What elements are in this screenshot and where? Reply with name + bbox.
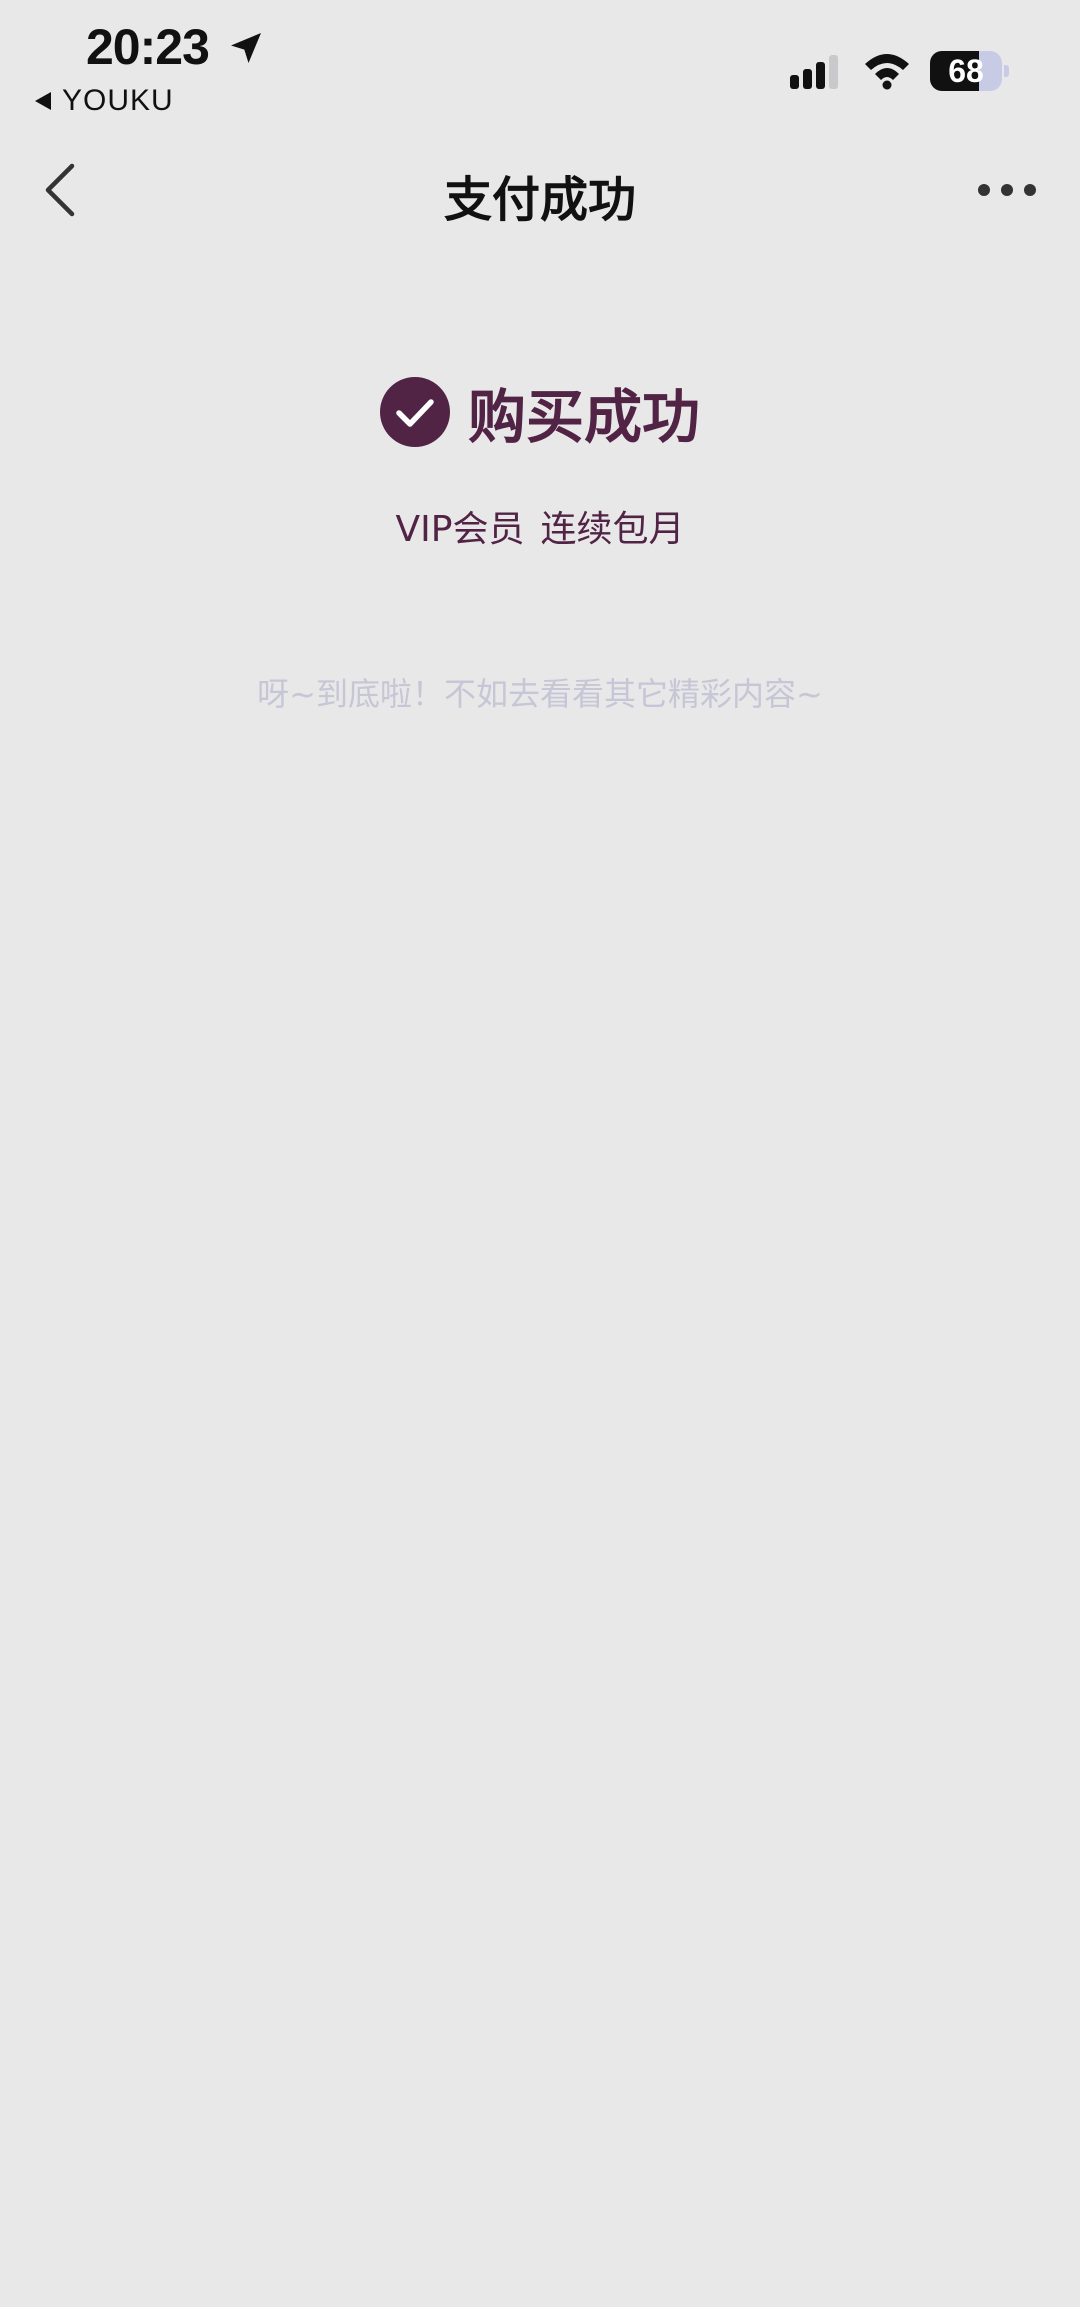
cellular-signal-icon <box>790 55 838 89</box>
navigation-bar: 支付成功 <box>0 140 1080 240</box>
end-of-content-hint: 呀~到底啦！不如去看看其它精彩内容~ <box>257 675 823 713</box>
status-bar: 20:23 YOUKU 68 <box>0 0 1080 130</box>
product-name: VIP会员 <box>395 509 525 550</box>
result-title: 购买成功 <box>467 383 700 451</box>
wifi-icon <box>865 54 909 90</box>
back-to-app-button[interactable]: YOUKU <box>34 84 174 118</box>
more-dots-icon[interactable] <box>972 170 1042 210</box>
battery-indicator: 68 <box>930 51 1009 91</box>
product-plan: 连续包月 <box>540 509 685 550</box>
check-circle-icon <box>379 377 450 447</box>
status-time: 20:23 <box>86 19 210 75</box>
battery-tip <box>1004 65 1009 77</box>
battery-body: 68 <box>930 51 1002 91</box>
product-info: VIP会员 连续包月 <box>0 500 1080 552</box>
battery-level: 68 <box>948 53 984 89</box>
page-title: 支付成功 <box>443 172 636 228</box>
back-to-app-label: YOUKU <box>62 84 174 117</box>
result-header: 购买成功 <box>0 370 1080 454</box>
location-arrow-icon <box>231 33 261 63</box>
back-triangle-icon <box>35 92 51 110</box>
